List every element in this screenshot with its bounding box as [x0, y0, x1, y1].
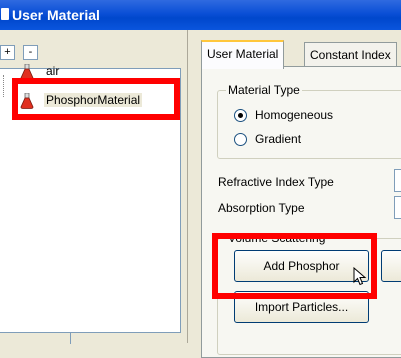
window-title: User Material	[12, 7, 100, 23]
tab-constant-index[interactable]: Constant Index	[304, 42, 397, 67]
group-title: Material Type	[226, 83, 302, 97]
group-title: Volume Scattering	[226, 231, 328, 245]
flask-icon	[20, 93, 34, 109]
title-bar: User Material	[0, 0, 401, 30]
refractive-index-type-select[interactable]	[394, 169, 401, 192]
material-type-group: Material Type Homogeneous Gradient	[217, 83, 401, 159]
radio-button-icon	[234, 133, 247, 146]
radio-label: Gradient	[255, 132, 302, 146]
absorption-type-label: Absorption Type	[218, 201, 305, 215]
pane-splitter[interactable]	[187, 30, 188, 343]
absorption-type-select[interactable]	[394, 196, 401, 219]
tree-bottom-bar	[0, 332, 71, 344]
mouse-pointer-icon	[353, 267, 367, 286]
refractive-index-type-label: Refractive Index Type	[218, 175, 334, 189]
radio-button-checked-icon	[234, 109, 247, 122]
tab-user-material[interactable]: User Material	[201, 40, 285, 69]
tree-item-label: PhosphorMaterial	[44, 93, 143, 107]
window-icon	[1, 8, 9, 20]
material-tree[interactable]: air PhosphorMaterial	[0, 64, 181, 333]
second-scattering-button[interactable]	[381, 250, 401, 282]
collapse-button[interactable]: -	[23, 45, 38, 60]
expand-button[interactable]: +	[0, 45, 15, 60]
flask-icon	[20, 64, 34, 80]
tree-item-label: air	[46, 64, 60, 78]
tree-connector	[3, 75, 5, 97]
radio-label: Homogeneous	[255, 108, 334, 122]
import-particles-button[interactable]: Import Particles...	[234, 291, 369, 323]
add-phosphor-button[interactable]: Add Phosphor	[234, 250, 369, 282]
